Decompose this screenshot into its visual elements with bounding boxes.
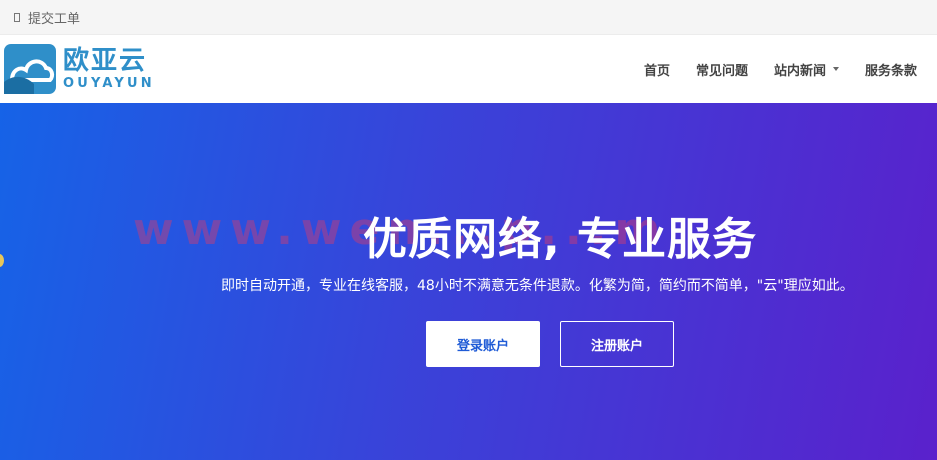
logo-name-cn: 欧亚云 bbox=[63, 46, 148, 76]
nav-terms[interactable]: 服务条款 bbox=[865, 60, 917, 79]
carousel-dot-icon[interactable] bbox=[0, 254, 4, 267]
nav-terms-label: 服务条款 bbox=[864, 63, 917, 79]
hero-subtitle: 即时自动开通，专业在线客服，48小时不满意无条件退款。化繁为简，简约而不简单，"… bbox=[221, 278, 854, 294]
nav-home[interactable]: 首页 bbox=[644, 60, 670, 79]
hero-banner: www.wen...p...m 优质网络, 专业服务 即时自动开通，专业在线客服… bbox=[0, 103, 937, 460]
top-bar: 提交工单 bbox=[0, 0, 937, 35]
logo-name-en: OUYAYUN bbox=[63, 76, 155, 91]
nav-news-label: 站内新闻 bbox=[773, 63, 826, 79]
login-button[interactable]: 登录账户 bbox=[426, 321, 540, 367]
ticket-icon bbox=[14, 12, 20, 22]
nav-home-label: 首页 bbox=[643, 63, 670, 79]
submit-ticket-link[interactable]: 提交工单 bbox=[28, 8, 80, 27]
logo[interactable]: 欧亚云 OUYAYUN bbox=[4, 44, 155, 94]
logo-text: 欧亚云 OUYAYUN bbox=[63, 48, 155, 90]
nav-faq-label: 常见问题 bbox=[695, 63, 748, 79]
nav-news[interactable]: 站内新闻 bbox=[774, 60, 839, 79]
hero-title: 优质网络, 专业服务 bbox=[363, 214, 758, 265]
register-button[interactable]: 注册账户 bbox=[560, 321, 674, 367]
nav-faq[interactable]: 常见问题 bbox=[696, 60, 748, 79]
chevron-down-icon bbox=[832, 67, 839, 71]
main-nav: 首页 常见问题 站内新闻 服务条款 bbox=[618, 60, 917, 79]
site-header: 欧亚云 OUYAYUN 首页 常见问题 站内新闻 服务条款 bbox=[0, 35, 937, 103]
cloud-logo-icon bbox=[4, 44, 56, 94]
